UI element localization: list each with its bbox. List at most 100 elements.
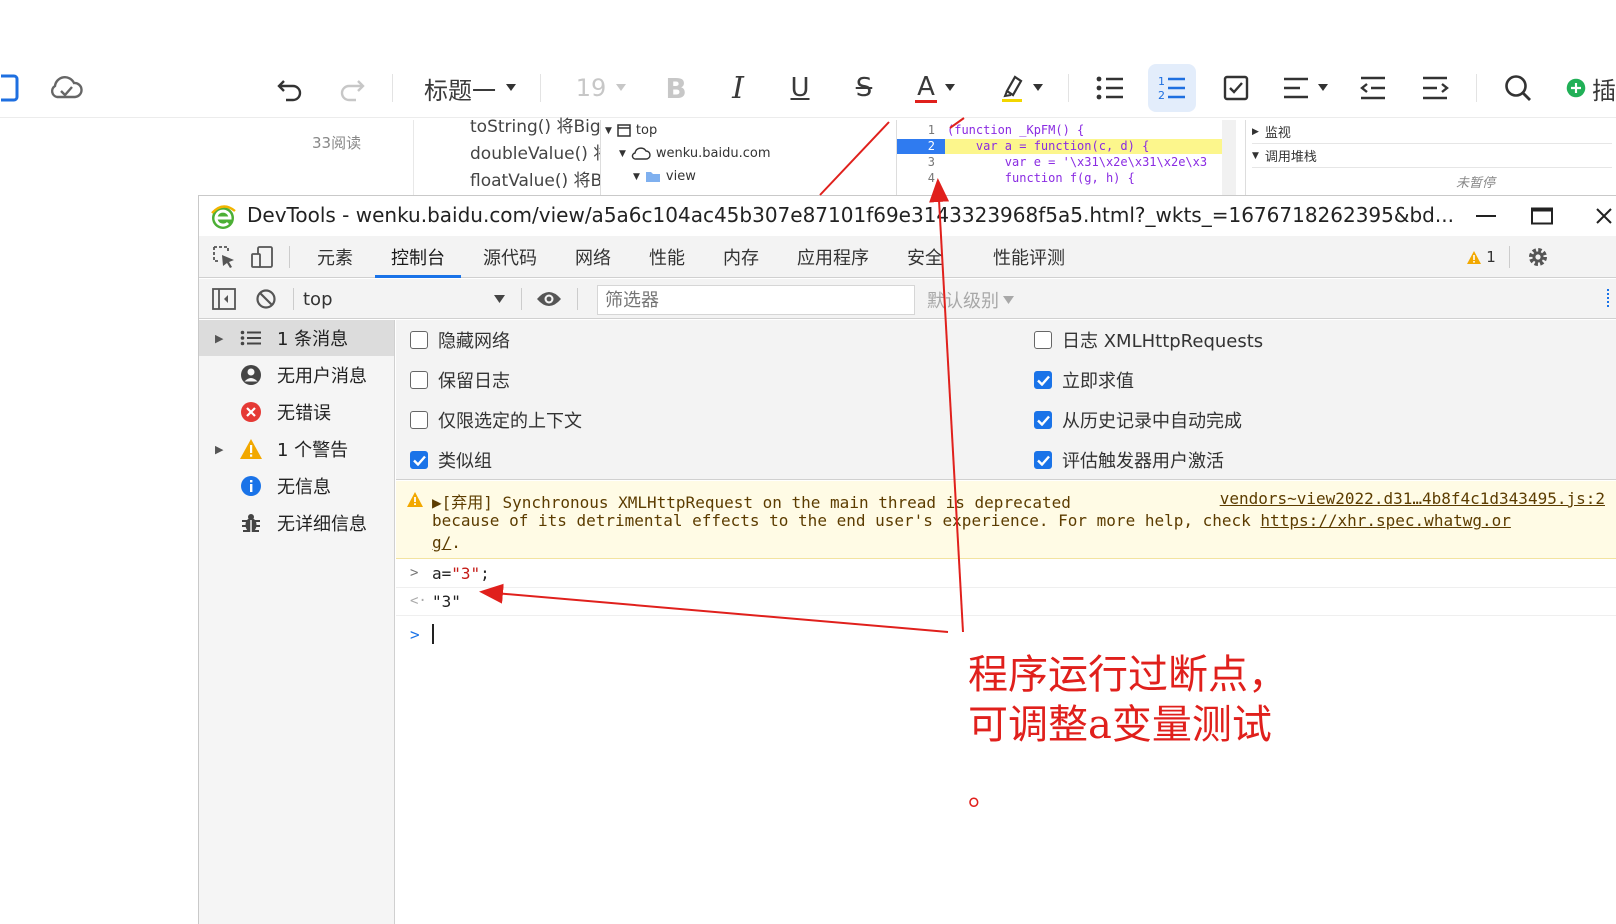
selected-context-only-checkbox[interactable]: 仅限选定的上下文 [410, 407, 582, 433]
tab-memory[interactable]: 内存 [723, 236, 759, 278]
devtools-window-title: DevTools - wenku.baidu.com/view/a5a6c104… [247, 203, 1454, 227]
tab-performance[interactable]: 性能 [649, 236, 685, 278]
expand-arrow-icon: ▶ [215, 442, 224, 456]
context-select[interactable]: top [303, 287, 513, 311]
tree-node-label: view [665, 169, 696, 184]
tab-application[interactable]: 应用程序 [797, 236, 869, 278]
tree-node-folder[interactable]: ▼ view [633, 169, 696, 184]
heading-style-dropdown[interactable]: 标题一 [416, 64, 524, 112]
sidebar-item-warnings[interactable]: ▶ 1 个警告 [199, 431, 394, 467]
font-size-label: 19 [575, 74, 607, 102]
expand-arrow-icon: ▶ [1252, 126, 1259, 137]
bullet-list-button[interactable] [1088, 64, 1132, 112]
checkbox-label: 日志 XMLHttpRequests [1062, 331, 1264, 352]
search-button[interactable] [1496, 64, 1540, 112]
tree-node-domain[interactable]: ▼ wenku.baidu.com [619, 146, 771, 161]
devtools-tabbar: 元素 控制台 源代码 网络 性能 内存 应用程序 安全 性能评测 1 [199, 236, 1616, 278]
outdent-icon [1360, 76, 1385, 100]
expand-arrow-icon: ▼ [605, 125, 612, 136]
checklist-button[interactable] [1214, 64, 1258, 112]
highlight-dropdown[interactable] [994, 64, 1048, 112]
toolbar-divider [540, 74, 541, 102]
eager-evaluation-checkbox[interactable]: 立即求值 [1034, 367, 1134, 393]
strikethrough-button[interactable]: S [844, 64, 884, 112]
call-stack-section[interactable]: ▼ 调用堆栈 [1252, 144, 1612, 168]
autocomplete-history-checkbox[interactable]: 从历史记录中自动完成 [1034, 407, 1242, 433]
tree-node-top[interactable]: ▼ top [605, 123, 657, 138]
close-button[interactable] [1587, 202, 1616, 230]
cloud-sync-icon[interactable] [44, 64, 88, 112]
align-dropdown[interactable] [1278, 64, 1332, 112]
sidebar-item-user-messages[interactable]: 无用户消息 [199, 357, 394, 393]
clear-console-button[interactable] [253, 287, 279, 311]
font-size-dropdown[interactable]: 19 [566, 64, 636, 112]
filter-input[interactable] [597, 285, 915, 315]
chevron-down-icon [494, 295, 505, 303]
font-color-dropdown[interactable]: A [908, 64, 962, 112]
minimize-button[interactable] [1469, 202, 1503, 230]
hide-network-checkbox[interactable]: 隐藏网络 [410, 327, 510, 353]
sidebar-item-label: 1 条消息 [277, 329, 349, 350]
devtools-titlebar[interactable]: DevTools - wenku.baidu.com/view/a5a6c104… [199, 196, 1616, 236]
xhr-spec-link-tail[interactable]: g/ [432, 533, 451, 552]
underline-button[interactable]: U [780, 64, 820, 112]
read-count: 33阅读 [312, 134, 362, 152]
tab-elements[interactable]: 元素 [317, 236, 353, 278]
panel-toggle-icon[interactable] [0, 64, 20, 112]
console-prompt[interactable]: > [396, 618, 1616, 652]
console-output-entry: <· "3" [396, 588, 1616, 616]
warning-line[interactable]: ▶[弃用] Synchronous XMLHttpRequest on the … [432, 489, 1071, 513]
code-scrollbar[interactable] [1222, 120, 1236, 195]
inspect-element-button[interactable] [211, 244, 237, 270]
xhr-spec-link[interactable]: https://xhr.spec.whatwg.or [1260, 511, 1510, 530]
log-level-select[interactable]: 默认级别 [927, 287, 1014, 313]
command-text: ; [480, 564, 490, 583]
highlighter-icon [1002, 75, 1023, 102]
tab-sources[interactable]: 源代码 [483, 236, 537, 278]
redo-icon[interactable] [332, 64, 372, 112]
insert-button[interactable]: 插 [1566, 64, 1616, 112]
console-filterbar: top 默认级别 [199, 279, 1616, 319]
checkbox-icon [1223, 75, 1249, 101]
sidebar-item-label: 无信息 [277, 477, 331, 498]
checkbox-label: 从历史记录中自动完成 [1062, 411, 1242, 432]
check-icon [1036, 415, 1050, 426]
console-main: 隐藏网络 保留日志 仅限选定的上下文 类似组 日志 XMLHttpRequest… [396, 320, 1616, 924]
live-expression-button[interactable] [533, 287, 565, 311]
group-similar-checkbox[interactable]: 类似组 [410, 447, 492, 473]
more-options-icon[interactable] [1607, 289, 1610, 307]
preserve-log-checkbox[interactable]: 保留日志 [410, 367, 510, 393]
tab-network[interactable]: 网络 [575, 236, 611, 278]
warning-source-link[interactable]: vendors~view2022.d31…4b8f4c1d343495.js:2 [1220, 489, 1605, 508]
user-activation-checkbox[interactable]: 评估触发器用户激活 [1034, 447, 1224, 473]
undo-icon[interactable] [270, 64, 310, 112]
settings-button[interactable] [1525, 244, 1551, 270]
log-xhr-checkbox[interactable]: 日志 XMLHttpRequests [1034, 327, 1263, 353]
maximize-button[interactable] [1525, 202, 1559, 230]
outdent-button[interactable] [1350, 64, 1394, 112]
tab-console[interactable]: 控制台 [375, 236, 461, 278]
toggle-sidebar-button[interactable] [211, 287, 237, 311]
indent-button[interactable] [1414, 64, 1458, 112]
line-number: 2 [927, 139, 935, 153]
console-input-entry[interactable]: > a="3"; [396, 560, 1616, 588]
cursor-select-icon [213, 246, 234, 268]
watch-section[interactable]: ▶ 监视 [1252, 120, 1612, 144]
sidebar-item-messages[interactable]: ▶ 1 条消息 [199, 320, 394, 356]
tab-lighthouse[interactable]: 性能评测 [993, 236, 1065, 278]
sidebar-item-verbose[interactable]: 无详细信息 [199, 505, 394, 541]
numbered-list-button[interactable]: 12 [1148, 64, 1196, 112]
bold-button[interactable]: B [656, 64, 696, 112]
bold-icon: B [665, 71, 687, 105]
italic-button[interactable]: I [718, 64, 758, 112]
sidebar-toggle-icon [212, 288, 236, 310]
device-toolbar-button[interactable] [249, 244, 275, 270]
sidebar-item-info[interactable]: 无信息 [199, 468, 394, 504]
sidebar-item-errors[interactable]: 无错误 [199, 394, 394, 430]
warning-count-badge[interactable]: 1 [1461, 244, 1501, 270]
text-caret [432, 624, 434, 644]
tab-security[interactable]: 安全 [907, 236, 943, 278]
code-line: var a = function(c, d) { [947, 139, 1150, 153]
toolbar-divider [289, 246, 290, 268]
chevron-down-icon [1318, 84, 1328, 91]
